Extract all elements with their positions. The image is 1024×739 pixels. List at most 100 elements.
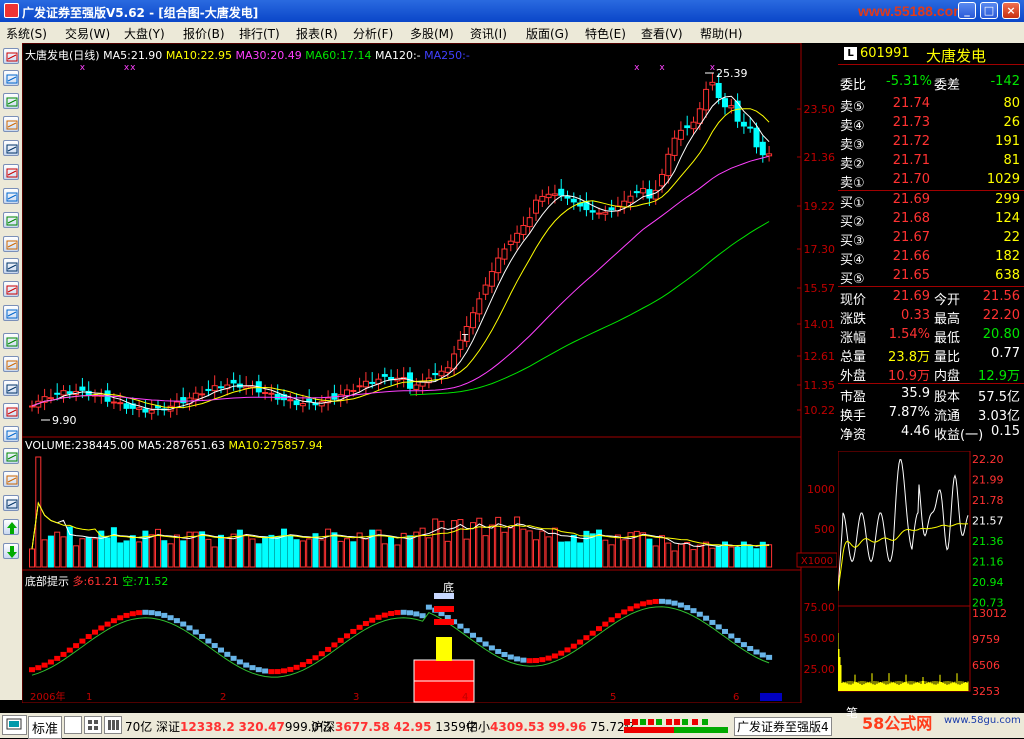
indicator-title: 底部提示: [25, 575, 69, 588]
ask-price: 21.72: [892, 134, 930, 149]
volume-bar: [249, 538, 256, 568]
event-marker: x: [634, 63, 640, 73]
bid-volume: 124: [995, 211, 1020, 226]
event-marker: x: [80, 63, 86, 73]
indicator-bar: [218, 647, 224, 653]
volume-bar: [331, 532, 338, 568]
status-icon[interactable]: [2, 715, 27, 735]
report-icon[interactable]: [3, 140, 19, 156]
chart-area[interactable]: 23.50 21.36 19.22 17.30 15.57 14.01 12.61 11.35…: [21, 42, 838, 716]
pct-icon[interactable]: [3, 403, 19, 419]
ma5-line: [31, 95, 770, 411]
menu-item-8[interactable]: 资讯(I): [470, 25, 507, 42]
period-label[interactable]: 日线: [804, 702, 826, 716]
analysis-icon[interactable]: [3, 188, 19, 204]
volume-bar: [312, 533, 319, 568]
indicator-bar: [740, 642, 747, 648]
standard-button[interactable]: 标准: [28, 716, 63, 739]
bar-chart-icon[interactable]: [3, 116, 19, 132]
fundamental-row: 净资 4.46 收益(一) 0.15: [838, 423, 1024, 443]
menu-item-3[interactable]: 报价(B): [183, 25, 225, 42]
menu-item-12[interactable]: 帮助(H): [700, 25, 742, 42]
volume-bar: [715, 545, 722, 568]
indicator-bar: [243, 662, 250, 668]
menu-item-11[interactable]: 查看(V): [641, 25, 683, 42]
trend-icon[interactable]: [3, 93, 19, 109]
menu-item-2[interactable]: 大盘(Y): [124, 25, 165, 42]
kline-icon[interactable]: [3, 70, 19, 86]
menu-item-6[interactable]: 分析(F): [353, 25, 393, 42]
indicator-bar: [419, 613, 426, 619]
indicator-bar: [381, 612, 388, 618]
columns-icon[interactable]: [104, 716, 122, 734]
close-button[interactable]: ×: [1002, 2, 1020, 19]
rst-icon[interactable]: [3, 356, 19, 372]
down-arrow-icon[interactable]: [3, 543, 19, 559]
indicator-bar: [759, 652, 766, 658]
volume-bar: [148, 534, 155, 568]
volume-bar: [602, 539, 609, 568]
menu-item-10[interactable]: 特色(E): [585, 25, 626, 42]
indicator-bar: [356, 624, 363, 630]
indicator-bar: [268, 669, 275, 675]
mini-price-tick: 21.36: [972, 535, 1004, 548]
sh-amount: 70亿: [125, 720, 153, 734]
zx-index: 中小4309.53 99.96 75.72亿: [466, 718, 637, 735]
move-icon[interactable]: [3, 495, 19, 511]
level-icon: L: [844, 47, 857, 60]
link-icon[interactable]: [3, 448, 19, 464]
month-tick: 1: [86, 692, 92, 703]
scroll-indicator[interactable]: [760, 693, 782, 701]
candle-body: [47, 397, 54, 400]
volume-bar: [281, 528, 287, 568]
table-icon[interactable]: [3, 164, 19, 180]
volume-bar: [457, 519, 464, 568]
indicator-bar: [671, 600, 678, 606]
moon-icon[interactable]: [64, 716, 82, 734]
price-tick: 12.61: [804, 350, 836, 363]
search-icon[interactable]: [3, 426, 19, 442]
bid-price: 21.68: [892, 211, 930, 226]
bottom-signal-bar: [436, 637, 452, 661]
minimize-button[interactable]: _: [958, 2, 976, 19]
tab-bi[interactable]: 笔: [846, 704, 858, 721]
people-icon[interactable]: [3, 236, 19, 252]
candle-body: [495, 257, 502, 274]
maximize-button[interactable]: □: [980, 2, 998, 19]
month-tick: 5: [610, 692, 616, 703]
menu-item-4[interactable]: 排行(T): [239, 25, 280, 42]
candle-body: [633, 191, 640, 194]
menu-item-7[interactable]: 多股(M): [410, 25, 454, 42]
event-marker: x: [710, 63, 716, 73]
menu-item-1[interactable]: 交易(W): [65, 25, 110, 42]
quote-icon[interactable]: [3, 48, 19, 64]
ask-volume: 26: [1003, 115, 1020, 130]
indicator-bar: [73, 643, 80, 649]
grid-icon[interactable]: [84, 716, 102, 734]
indicator-bar: [501, 652, 508, 658]
indicator-bar: [110, 618, 117, 624]
up-arrow-icon[interactable]: [3, 519, 19, 535]
volume-bar: [640, 532, 647, 568]
candle-body: [344, 389, 350, 397]
indicator-bar: [325, 646, 332, 652]
month-tick: 2: [220, 692, 226, 703]
candle-body: [274, 393, 281, 400]
menu-item-5[interactable]: 报表(R): [296, 25, 338, 42]
info-icon[interactable]: [3, 281, 19, 297]
candle-body: [211, 385, 218, 392]
sort-icon[interactable]: [3, 212, 19, 228]
menu-item-9[interactable]: 版面(G): [526, 25, 569, 42]
sz-index: 深证12338.2 320.47999.0亿: [156, 718, 331, 735]
news-icon[interactable]: [3, 258, 19, 274]
mini-volume-tick: 3253: [972, 685, 1000, 698]
tick-icon[interactable]: [3, 380, 19, 396]
menu-item-0[interactable]: 系统(S): [6, 25, 47, 42]
volume-bar: [564, 541, 571, 568]
bid-label: 买④: [840, 253, 865, 268]
wave-icon[interactable]: [3, 333, 19, 349]
volume-tick: 1000: [807, 483, 835, 496]
indicator-bar: [665, 599, 672, 605]
pen-icon[interactable]: [3, 471, 19, 487]
f10-icon[interactable]: [3, 305, 19, 321]
